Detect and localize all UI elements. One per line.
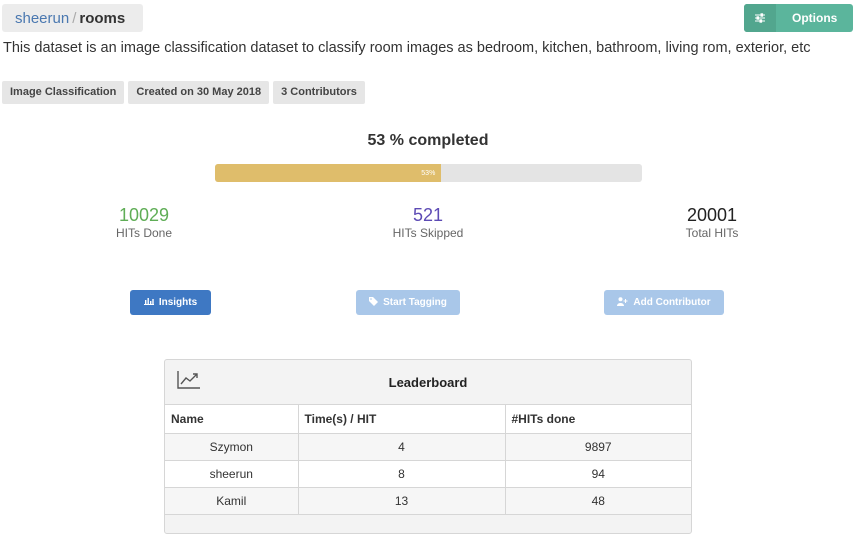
options-label: Options: [792, 11, 838, 25]
tag-list: Image Classification Created on 30 May 2…: [2, 81, 365, 104]
leaderboard-table: Name Time(s) / HIT #HITs done Szymon 4 9…: [165, 405, 691, 515]
table-row: Kamil 13 48: [165, 486, 691, 515]
tag-contributors: 3 Contributors: [273, 81, 365, 104]
column-header-name: Name: [165, 405, 299, 434]
row-name: Kamil: [165, 486, 299, 515]
stat-hits-done-value: 10029: [118, 205, 170, 225]
leaderboard-title: Leaderboard: [388, 374, 468, 390]
row-hits-done: 94: [504, 459, 691, 488]
breadcrumb-owner-link[interactable]: sheerun: [15, 10, 69, 27]
row-time-per-hit: 8: [297, 459, 506, 488]
row-name: Szymon: [165, 432, 299, 461]
table-row: Szymon 4 9897: [165, 432, 691, 461]
insights-button[interactable]: Insights: [130, 290, 211, 315]
options-button[interactable]: Options: [744, 4, 853, 32]
table-row: sheerun 8 94: [165, 459, 691, 488]
line-chart-icon: [177, 370, 201, 393]
start-tagging-button[interactable]: Start Tagging: [356, 290, 460, 315]
row-hits-done: 48: [504, 486, 691, 515]
leaderboard-panel: Leaderboard Name Time(s) / HIT #HITs don…: [164, 359, 692, 534]
stat-hits-skipped-label: HITs Skipped: [392, 226, 464, 240]
leaderboard-header: Leaderboard: [165, 360, 691, 405]
bar-chart-icon: [143, 297, 154, 308]
stat-total-hits-label: Total HITs: [685, 226, 739, 240]
tag-task-type: Image Classification: [2, 81, 125, 104]
stat-hits-done-label: HITs Done: [115, 226, 173, 240]
breadcrumb: sheerun / rooms: [2, 4, 143, 32]
stat-hits-done: 10029 HITs Done: [74, 205, 214, 240]
tag-icon: [369, 296, 379, 309]
add-contributor-label: Add Contributor: [633, 297, 711, 308]
tag-created-date: Created on 30 May 2018: [128, 81, 270, 104]
progress-title: 53 % completed: [367, 132, 489, 149]
breadcrumb-separator: /: [72, 9, 77, 27]
row-name: sheerun: [165, 459, 299, 488]
progress-fill: 53%: [215, 164, 442, 182]
row-time-per-hit: 13: [297, 486, 506, 515]
start-tagging-label: Start Tagging: [383, 297, 447, 308]
stat-total-hits-value: 20001: [686, 205, 738, 225]
insights-label: Insights: [158, 297, 198, 308]
add-contributor-button[interactable]: Add Contributor: [604, 290, 724, 315]
column-header-time-per-hit: Time(s) / HIT: [297, 405, 506, 434]
column-header-hits-done: #HITs done: [504, 405, 691, 434]
dataset-description: This dataset is an image classification …: [3, 40, 811, 56]
stat-hits-skipped-value: 521: [412, 205, 444, 225]
add-user-icon: [617, 296, 628, 309]
row-hits-done: 9897: [504, 432, 691, 461]
stat-hits-skipped: 521 HITs Skipped: [358, 205, 498, 240]
progress-fill-label: 53%: [421, 169, 436, 177]
leaderboard-header-row: Name Time(s) / HIT #HITs done: [165, 405, 691, 434]
sliders-icon: [744, 4, 776, 32]
progress-bar: 53%: [215, 164, 642, 182]
row-time-per-hit: 4: [297, 432, 506, 461]
breadcrumb-dataset-name: rooms: [79, 9, 126, 27]
stat-total-hits: 20001 Total HITs: [642, 205, 782, 240]
